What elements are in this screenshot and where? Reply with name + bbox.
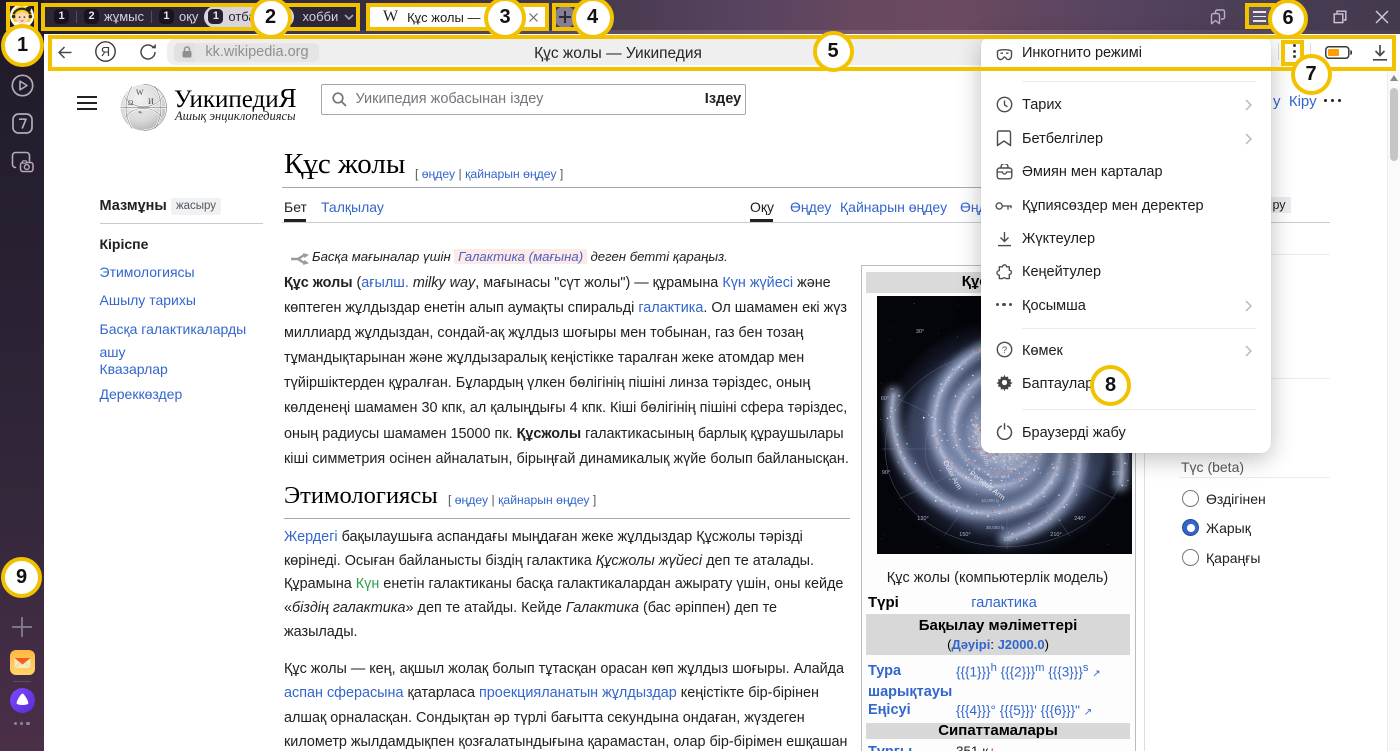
svg-text:ᓐ: ᓐ [138,110,143,119]
svg-text:90°: 90° [882,470,890,476]
svg-text:270°: 270° [1112,471,1123,477]
svg-text:30,000 ly: 30,000 ly [986,525,1005,530]
svg-text:10,000 ly: 10,000 ly [981,498,1000,503]
svg-text:210°: 210° [1050,532,1061,538]
svg-text:?: ? [1002,345,1007,356]
svg-text:○ Sun: ○ Sun [1003,466,1015,471]
svg-text:Orion Spur: Orion Spur [989,474,1010,479]
svg-text:30°: 30° [916,329,924,335]
svg-text:180°: 180° [1003,537,1014,543]
svg-text:60°: 60° [881,396,889,402]
svg-text:150°: 150° [959,532,970,538]
svg-text:120°: 120° [917,516,928,522]
svg-text:240°: 240° [1074,516,1085,522]
svg-text:И: И [148,97,154,106]
svg-text:Ω: Ω [128,99,133,107]
svg-text:W: W [136,88,144,97]
